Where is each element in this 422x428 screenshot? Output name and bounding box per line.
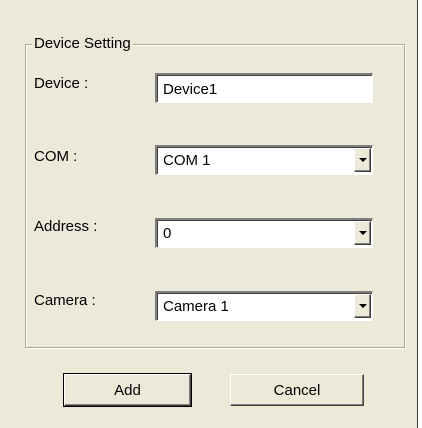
com-dropdown-button[interactable] [354, 148, 371, 172]
camera-label: Camera : [34, 292, 96, 309]
chevron-down-icon [359, 304, 367, 308]
address-select[interactable]: 0 [155, 218, 373, 248]
address-select-value: 0 [163, 225, 172, 242]
chevron-down-icon [359, 231, 367, 235]
com-label: COM : [34, 148, 78, 165]
device-textbox[interactable] [155, 73, 373, 103]
device-setting-window: Device Setting Device : COM : COM 1 Addr… [0, 0, 418, 428]
group-title: Device Setting [32, 35, 133, 52]
cancel-button[interactable]: Cancel [230, 374, 364, 406]
camera-dropdown-button[interactable] [354, 294, 371, 318]
address-dropdown-button[interactable] [354, 221, 371, 245]
chevron-down-icon [359, 158, 367, 162]
address-label: Address : [34, 218, 98, 235]
camera-select[interactable]: Camera 1 [155, 291, 373, 321]
com-select-value: COM 1 [163, 152, 211, 169]
camera-select-value: Camera 1 [163, 298, 229, 315]
com-select[interactable]: COM 1 [155, 145, 373, 175]
device-input[interactable] [163, 79, 363, 99]
add-button[interactable]: Add [63, 373, 192, 407]
device-label: Device : [34, 75, 89, 92]
